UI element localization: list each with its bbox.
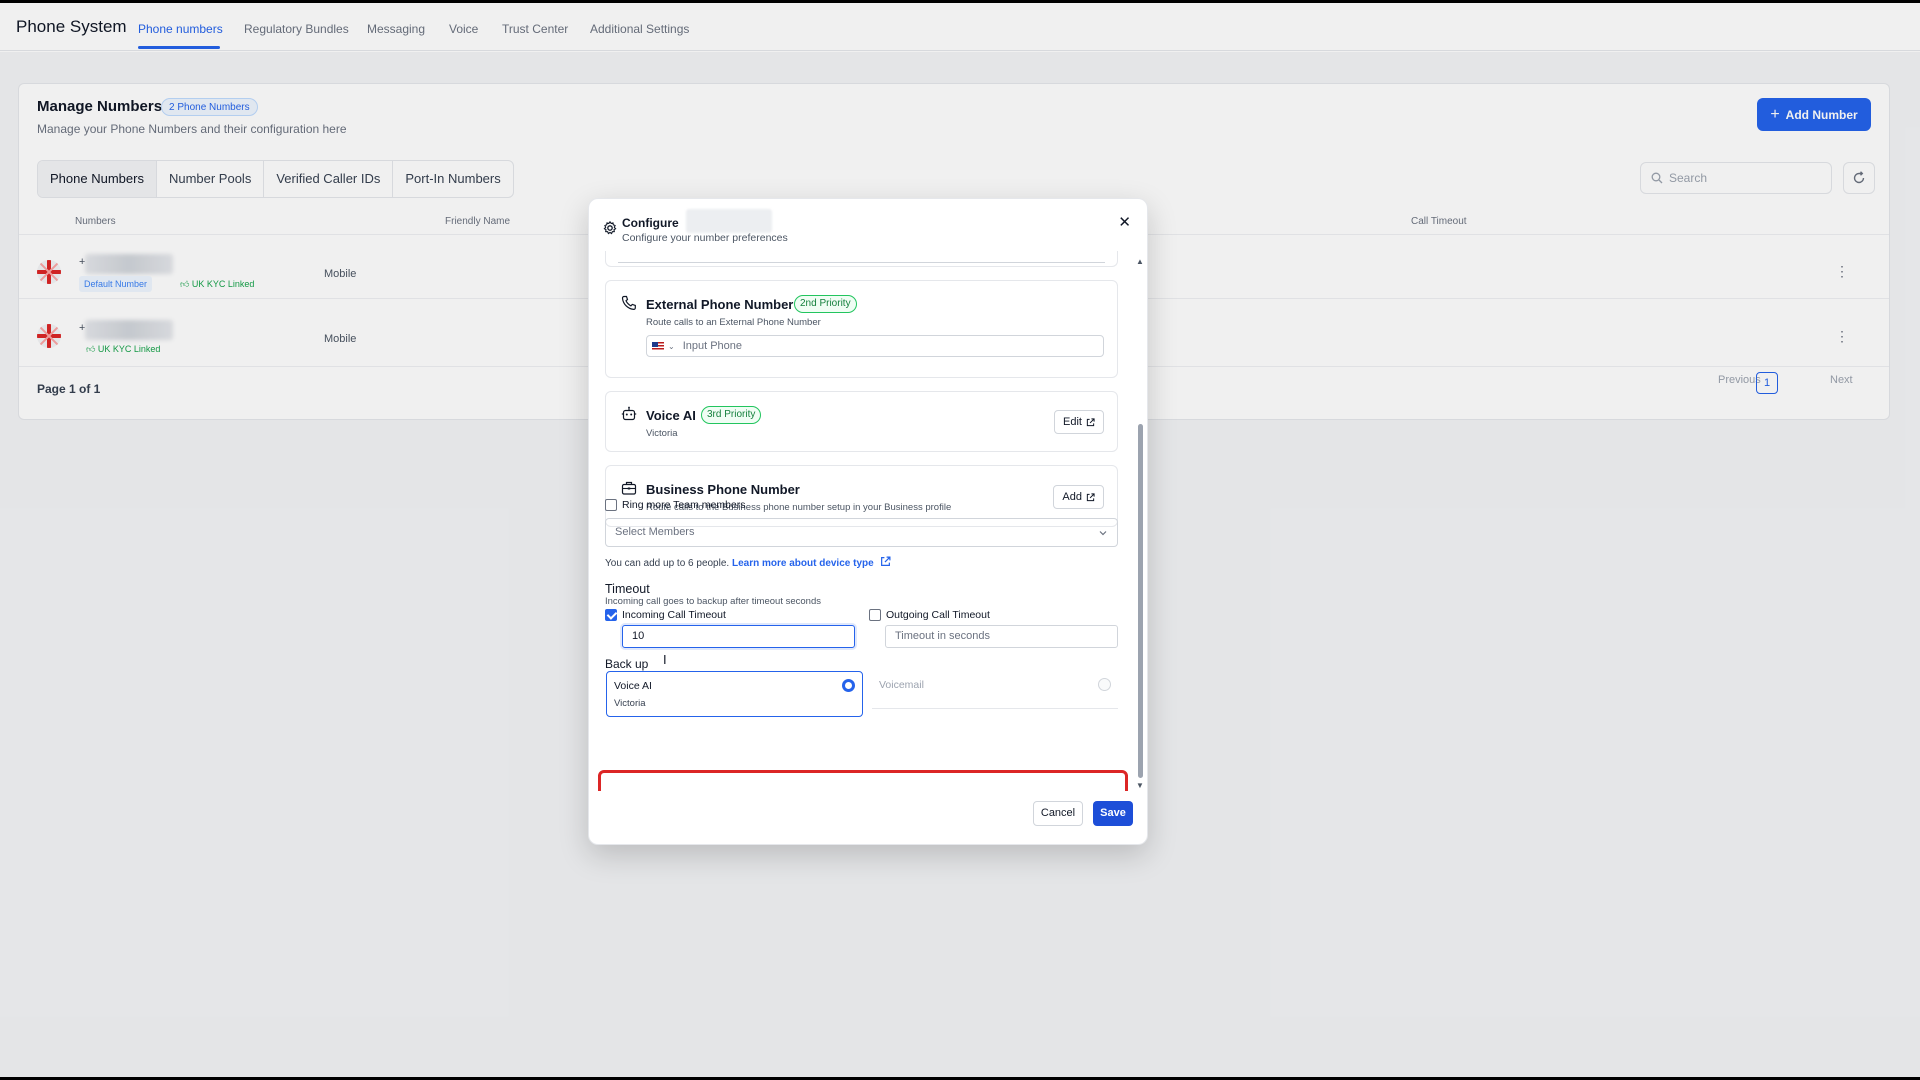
backup-title: Back up bbox=[605, 657, 649, 671]
radio-unselected[interactable] bbox=[1098, 678, 1111, 691]
modal-body: External Phone Number 2nd Priority Route… bbox=[589, 251, 1149, 791]
phone-input-placeholder: Input Phone bbox=[682, 340, 743, 352]
backup-option-voicemail[interactable]: Voicemail bbox=[872, 671, 1118, 709]
us-flag-icon bbox=[652, 341, 664, 351]
add-business-phone-button[interactable]: Add bbox=[1053, 485, 1104, 509]
scroll-down-arrow[interactable]: ▼ bbox=[1136, 781, 1144, 790]
timeout-subtitle: Incoming call goes to backup after timeo… bbox=[605, 596, 821, 607]
backup-option-voice-ai[interactable]: Voice AI Victoria bbox=[606, 671, 863, 717]
chevron-down-icon[interactable]: ⌄ bbox=[668, 342, 675, 351]
modal-title: Configure bbox=[622, 216, 679, 230]
phone-input[interactable]: ⌄ Input Phone bbox=[646, 335, 1104, 357]
save-button[interactable]: Save bbox=[1093, 801, 1133, 826]
ring-more-label: Ring more Team members bbox=[622, 499, 746, 511]
external-link-icon[interactable] bbox=[880, 556, 891, 567]
app-window: Phone System Phone numbers Regulatory Bu… bbox=[0, 3, 1920, 1077]
external-phone-subtitle: Route calls to an External Phone Number bbox=[646, 317, 821, 328]
scrollbar-thumb[interactable] bbox=[1138, 424, 1143, 778]
redacted-number bbox=[686, 209, 772, 233]
backup-option-title: Voice AI bbox=[614, 680, 652, 692]
phone-icon bbox=[621, 295, 636, 311]
external-link-icon bbox=[1086, 417, 1095, 426]
team-members-hint: You can add up to 6 people. Learn more a… bbox=[605, 556, 891, 569]
voice-ai-title: Voice AI bbox=[646, 408, 696, 423]
priority-badge: 2nd Priority bbox=[794, 295, 857, 313]
incoming-timeout-input[interactable]: 10 bbox=[622, 625, 855, 648]
hint-text: You can add up to 6 people. bbox=[605, 558, 730, 569]
backup-highlight-box bbox=[598, 770, 1128, 791]
device-type-link[interactable]: Learn more about device type bbox=[732, 558, 874, 569]
edit-label: Edit bbox=[1063, 416, 1082, 428]
robot-icon bbox=[621, 406, 637, 421]
voice-ai-card: Voice AI 3rd Priority Victoria Edit bbox=[605, 391, 1118, 452]
briefcase-icon bbox=[621, 481, 637, 495]
backup-option-subtitle: Victoria bbox=[614, 698, 646, 709]
modal-header: Configure Configure your number preferen… bbox=[589, 199, 1147, 251]
outgoing-timeout-input[interactable]: Timeout in seconds bbox=[885, 625, 1118, 648]
scroll-up-arrow[interactable]: ▲ bbox=[1136, 257, 1144, 266]
modal-footer: Cancel Save bbox=[589, 791, 1149, 846]
radio-selected[interactable] bbox=[842, 679, 855, 692]
gear-icon bbox=[603, 221, 617, 235]
incoming-timeout-label: Incoming Call Timeout bbox=[622, 609, 726, 621]
add-label: Add bbox=[1062, 491, 1082, 503]
external-phone-title: External Phone Number bbox=[646, 297, 794, 312]
configure-modal: Configure Configure your number preferen… bbox=[588, 198, 1148, 845]
incoming-timeout-checkbox[interactable] bbox=[605, 609, 617, 621]
outgoing-timeout-label: Outgoing Call Timeout bbox=[886, 609, 990, 621]
previous-route-card bbox=[605, 251, 1118, 267]
timeout-title: Timeout bbox=[605, 582, 650, 596]
external-link-icon bbox=[1086, 492, 1095, 501]
backup-option-title: Voicemail bbox=[879, 679, 924, 691]
outgoing-timeout-checkbox[interactable] bbox=[869, 609, 881, 621]
modal-subtitle: Configure your number preferences bbox=[622, 232, 788, 244]
cancel-button[interactable]: Cancel bbox=[1033, 801, 1083, 826]
select-members-dropdown[interactable]: Select Members bbox=[605, 518, 1118, 547]
edit-voice-ai-button[interactable]: Edit bbox=[1054, 410, 1104, 434]
chevron-down-icon bbox=[1099, 531, 1107, 536]
ring-more-checkbox[interactable] bbox=[605, 499, 617, 511]
text-cursor-icon: I bbox=[663, 652, 667, 667]
close-icon[interactable]: ✕ bbox=[1118, 215, 1131, 230]
voice-ai-subtitle: Victoria bbox=[646, 428, 678, 439]
select-members-placeholder: Select Members bbox=[615, 526, 695, 538]
business-phone-title: Business Phone Number bbox=[646, 482, 800, 497]
priority-badge: 3rd Priority bbox=[701, 406, 762, 424]
external-phone-card: External Phone Number 2nd Priority Route… bbox=[605, 280, 1118, 378]
